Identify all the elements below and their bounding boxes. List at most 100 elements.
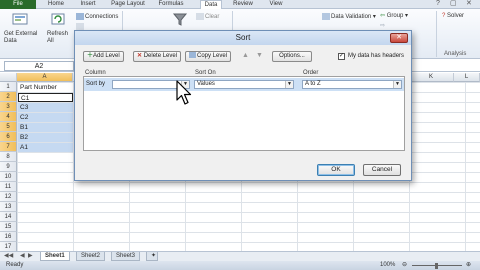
row-header-16[interactable]: 16	[0, 232, 17, 242]
sheet-tab-bar: ◀◀ ◀ ▶ Sheet1 Sheet2 Sheet3 ✦	[0, 251, 480, 261]
order-dropdown[interactable]: A to Z ▼	[302, 80, 402, 89]
move-up-icon[interactable]: ▲	[242, 52, 249, 59]
row-header-14[interactable]: 14	[0, 212, 17, 222]
copy-level-button[interactable]: Copy Level	[185, 51, 232, 62]
delete-level-button[interactable]: ✕ Delete Level	[133, 51, 182, 62]
tab-file[interactable]: File	[0, 0, 36, 9]
my-data-has-headers-checkbox[interactable]: ✓	[338, 53, 345, 60]
zoom-level: 100%	[380, 262, 396, 268]
sort-on-value: Values	[197, 81, 215, 87]
status-bar: Ready 100% ⊖ ⊕	[0, 261, 480, 270]
group-button[interactable]: ⇦ Group ▾	[380, 13, 408, 20]
row-header-13[interactable]: 13	[0, 202, 17, 212]
cell-a7[interactable]: A1	[18, 143, 73, 152]
cell-a3[interactable]: C3	[18, 103, 73, 112]
row-header-12[interactable]: 12	[0, 192, 17, 202]
data-validation-icon	[322, 13, 330, 20]
filter-icon[interactable]	[172, 12, 188, 26]
column-header-i[interactable]: L	[454, 73, 480, 82]
get-external-data-icon	[12, 13, 28, 25]
select-all-corner[interactable]	[0, 73, 17, 82]
sort-dialog-title: Sort	[75, 31, 411, 45]
ungroup-button[interactable]: ⇨	[380, 23, 385, 30]
connections-icon	[76, 13, 84, 20]
zoom-slider-thumb[interactable]	[435, 263, 438, 269]
options-button[interactable]: Options...	[272, 51, 312, 62]
tab-view[interactable]: View	[264, 0, 288, 9]
get-external-data-button[interactable]: Get External Data	[4, 31, 37, 45]
properties-icon	[76, 23, 84, 30]
column-header-a[interactable]: A	[17, 73, 73, 82]
cancel-button[interactable]: Cancel	[363, 164, 401, 176]
sheet-tab-3[interactable]: Sheet3	[111, 252, 141, 261]
sort-on-dropdown[interactable]: Values ▼	[194, 80, 294, 89]
tab-insert[interactable]: Insert	[74, 0, 102, 9]
column-header-h[interactable]: K	[409, 73, 454, 82]
chevron-down-icon[interactable]: ▼	[393, 81, 401, 88]
help-icon[interactable]: ?	[436, 0, 440, 7]
row-header-3[interactable]: 3	[0, 102, 17, 112]
row-header-8[interactable]: 8	[0, 152, 17, 162]
name-box[interactable]: A2	[4, 61, 74, 71]
solver-icon: ?	[442, 13, 446, 19]
mouse-pointer-icon	[176, 80, 192, 105]
minimize-ribbon-icon[interactable]: ▢	[450, 0, 457, 7]
close-icon[interactable]: ✕	[390, 33, 408, 43]
my-data-has-headers-label: My data has headers	[348, 53, 405, 59]
tab-review[interactable]: Review	[228, 0, 258, 9]
cell-a1[interactable]: Part Number	[18, 83, 73, 92]
close-workbook-icon[interactable]: ✕	[466, 0, 472, 7]
refresh-all-button[interactable]: Refresh All	[47, 31, 68, 45]
refresh-all-icon	[51, 13, 65, 25]
sheet-nav-first-icon[interactable]: ◀◀	[4, 252, 13, 259]
row-header-7[interactable]: 7	[0, 142, 17, 152]
copy-level-icon	[189, 52, 196, 59]
tab-home[interactable]: Home	[42, 0, 70, 9]
row-header-1[interactable]: 1	[0, 82, 17, 92]
tab-page-layout[interactable]: Page Layout	[106, 0, 150, 9]
solver-label: Solver	[447, 13, 465, 19]
group-icon: ⇦	[380, 13, 386, 19]
zoom-out-icon[interactable]: ⊖	[402, 261, 407, 270]
copy-level-label: Copy Level	[197, 53, 228, 59]
row-header-6[interactable]: 6	[0, 132, 17, 142]
insert-sheet-icon[interactable]: ✦	[146, 252, 158, 261]
status-ready: Ready	[6, 262, 24, 268]
zoom-in-icon[interactable]: ⊕	[466, 261, 471, 270]
clear-button[interactable]: Clear	[196, 13, 219, 21]
row-header-9[interactable]: 9	[0, 162, 17, 172]
analysis-group-label: Analysis	[444, 51, 467, 57]
solver-button[interactable]: ? Solver	[442, 13, 464, 20]
add-level-button[interactable]: ＋Add Level	[83, 51, 124, 62]
connections-button[interactable]: Connections	[76, 13, 118, 21]
cell-a2[interactable]: C1	[18, 93, 73, 102]
ribbon-tab-bar: File Home Insert Page Layout Formulas Da…	[0, 0, 480, 10]
sheet-tab-1[interactable]: Sheet1	[40, 252, 70, 261]
cell-a5[interactable]: B1	[18, 123, 73, 132]
data-validation-label: Data Validation	[331, 14, 372, 21]
ok-button[interactable]: OK	[317, 164, 355, 176]
row-header-2[interactable]: 2	[0, 92, 17, 102]
delete-level-icon: ✕	[137, 53, 143, 59]
refresh-label: Refresh	[47, 31, 69, 37]
row-header-15[interactable]: 15	[0, 222, 17, 232]
sheet-nav-next-icon[interactable]: ▶	[28, 252, 33, 259]
row-header-10[interactable]: 10	[0, 172, 17, 182]
clear-label: Clear	[205, 14, 220, 21]
row-header-5[interactable]: 5	[0, 122, 17, 132]
group-label: Group	[386, 13, 404, 19]
cell-a4[interactable]: C2	[18, 113, 73, 122]
add-level-label: Add Level	[93, 53, 120, 59]
sheet-nav-prev-icon[interactable]: ◀	[20, 252, 25, 259]
tab-formulas[interactable]: Formulas	[154, 0, 188, 9]
data-validation-button[interactable]: Data Validation ▾	[322, 13, 376, 21]
row-header-4[interactable]: 4	[0, 112, 17, 122]
clear-icon	[196, 13, 204, 20]
move-down-icon[interactable]: ▼	[256, 52, 263, 59]
refresh-label-2: All	[47, 38, 54, 44]
sheet-tab-2[interactable]: Sheet2	[76, 252, 106, 261]
row-header-11[interactable]: 11	[0, 182, 17, 192]
chevron-down-icon[interactable]: ▼	[285, 81, 293, 88]
get-external-label-2: Data	[4, 38, 17, 44]
cell-a6[interactable]: B2	[18, 133, 73, 142]
